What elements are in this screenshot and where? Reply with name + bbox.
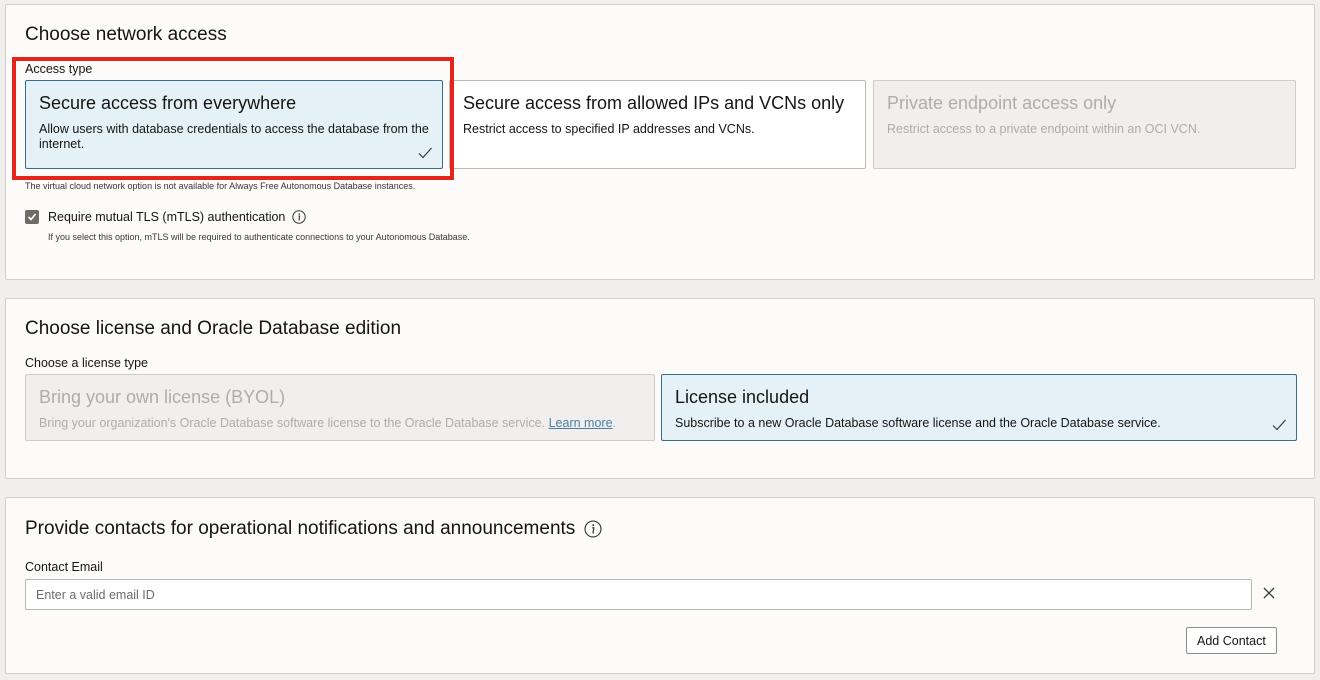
mtls-row: Require mutual TLS (mTLS) authentication [25, 210, 307, 224]
option-title: License included [675, 387, 810, 407]
mtls-label: Require mutual TLS (mTLS) authentication [48, 210, 286, 224]
option-private-endpoint: Private endpoint access only Restrict ac… [873, 80, 1296, 169]
close-icon[interactable] [1262, 586, 1276, 600]
checkmark-icon [418, 147, 432, 159]
learn-more-link[interactable]: Learn more [549, 416, 613, 430]
contacts-title: Provide contacts for operational notific… [25, 519, 602, 538]
contact-email-label: Contact Email [25, 560, 103, 574]
option-desc: Subscribe to a new Oracle Database softw… [675, 416, 1161, 430]
info-icon[interactable] [292, 210, 307, 224]
add-contact-button[interactable]: Add Contact [1186, 627, 1277, 654]
info-icon[interactable] [584, 519, 602, 538]
option-title: Bring your own license (BYOL) [39, 387, 286, 407]
option-desc: Allow users with database credentials to… [39, 122, 429, 151]
option-desc: Restrict access to specified IP addresse… [463, 122, 755, 136]
network-access-panel: Choose network access Access type Secure… [5, 4, 1315, 280]
option-desc: Restrict access to a private endpoint wi… [887, 122, 1201, 136]
license-type-label: Choose a license type [25, 356, 148, 370]
license-title: Choose license and Oracle Database editi… [25, 318, 402, 339]
checkbox-check-icon [27, 213, 37, 221]
contact-email-input[interactable] [25, 579, 1252, 610]
option-secure-everywhere[interactable]: Secure access from everywhere Allow user… [25, 80, 443, 169]
contacts-panel: Provide contacts for operational notific… [5, 497, 1315, 674]
vcn-note: The virtual cloud network option is not … [25, 181, 416, 191]
option-title: Private endpoint access only [887, 93, 1117, 113]
mtls-help: If you select this option, mTLS will be … [48, 232, 470, 242]
option-byol: Bring your own license (BYOL) Bring your… [25, 374, 655, 441]
checkmark-icon [1272, 419, 1286, 431]
network-access-title: Choose network access [25, 24, 227, 45]
access-type-label: Access type [25, 62, 93, 76]
option-desc: Bring your organization's Oracle Databas… [39, 416, 617, 430]
option-title: Secure access from allowed IPs and VCNs … [463, 93, 845, 113]
license-panel: Choose license and Oracle Database editi… [5, 298, 1315, 479]
option-title: Secure access from everywhere [39, 93, 297, 113]
mtls-checkbox[interactable] [25, 210, 39, 224]
option-allowed-ips-vcns[interactable]: Secure access from allowed IPs and VCNs … [449, 80, 866, 169]
option-license-included[interactable]: License included Subscribe to a new Orac… [661, 374, 1297, 441]
